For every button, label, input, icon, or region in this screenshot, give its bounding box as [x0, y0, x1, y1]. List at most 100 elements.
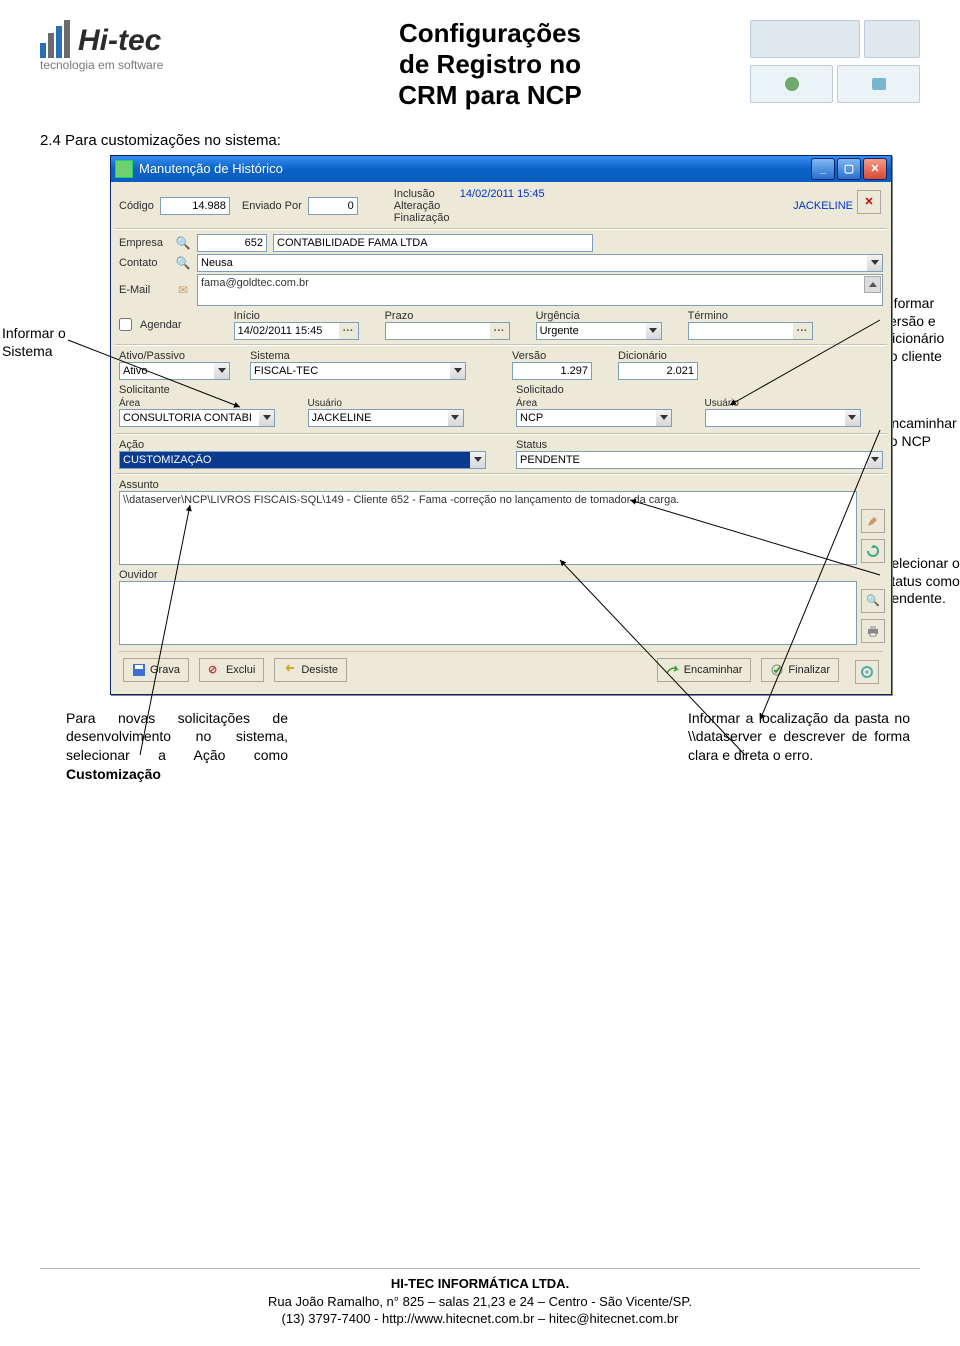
- encaminhar-button[interactable]: Encaminhar: [657, 658, 752, 682]
- versao-field[interactable]: [512, 362, 592, 380]
- label-empresa: Empresa: [119, 237, 169, 249]
- dicionario-field[interactable]: [618, 362, 698, 380]
- button-label: Exclui: [226, 664, 255, 676]
- label-ativo-passivo: Ativo/Passivo: [119, 350, 230, 362]
- status-field[interactable]: [516, 451, 867, 469]
- certification-badges: [750, 18, 920, 105]
- date-picker-icon[interactable]: ···: [490, 322, 510, 340]
- label-area: Área: [119, 398, 298, 409]
- contato-field[interactable]: [197, 254, 867, 272]
- logo-bars-icon: [40, 18, 70, 58]
- search-icon[interactable]: 🔍: [175, 255, 191, 271]
- inicio-field[interactable]: [234, 322, 339, 340]
- solicitado-area-field[interactable]: [516, 409, 656, 427]
- label-area: Área: [516, 398, 695, 409]
- label-usuario: Usuário: [308, 398, 487, 409]
- label-agendar: Agendar: [140, 319, 182, 331]
- ouvidor-textarea[interactable]: [119, 581, 857, 645]
- window-icon: [115, 160, 133, 178]
- finalizar-button[interactable]: Finalizar: [761, 658, 839, 682]
- label-versao: Versão: [512, 350, 592, 362]
- finalize-icon: [770, 663, 784, 677]
- date-picker-icon[interactable]: ···: [339, 322, 359, 340]
- enviado-por-field[interactable]: [308, 197, 358, 215]
- label-assunto: Assunto: [119, 479, 883, 491]
- refresh-assunto-button[interactable]: [861, 539, 885, 563]
- exclui-button[interactable]: ⊘ Exclui: [199, 658, 264, 682]
- prazo-field[interactable]: [385, 322, 490, 340]
- dropdown-icon[interactable]: [259, 409, 275, 427]
- button-label: Encaminhar: [684, 664, 743, 676]
- dropdown-icon[interactable]: [867, 254, 883, 272]
- edit-assunto-button[interactable]: [861, 509, 885, 533]
- inclusao-value: 14/02/2011 15:45: [460, 188, 545, 200]
- desiste-button[interactable]: Desiste: [274, 658, 347, 682]
- close-button[interactable]: ✕: [863, 158, 887, 180]
- sistema-field[interactable]: [250, 362, 450, 380]
- termino-field[interactable]: [688, 322, 793, 340]
- label-termino: Término: [688, 310, 813, 322]
- dropdown-icon[interactable]: [448, 409, 464, 427]
- assunto-value: \\dataserver\NCP\LIVROS FISCAIS-SQL\149 …: [123, 494, 679, 506]
- footer-contact: (13) 3797-7400 - http://www.hitecnet.com…: [0, 1310, 960, 1328]
- label-ouvidor: Ouvidor: [119, 569, 883, 581]
- ativo-passivo-field[interactable]: [119, 362, 214, 380]
- grava-button[interactable]: Grava: [123, 658, 189, 682]
- label-solicitante: Solicitante: [119, 384, 486, 396]
- assunto-textarea[interactable]: \\dataserver\NCP\LIVROS FISCAIS-SQL\149 …: [119, 491, 857, 565]
- label-enviado-por: Enviado Por: [242, 200, 302, 212]
- solicitante-usuario-field[interactable]: [308, 409, 448, 427]
- dropdown-icon[interactable]: [214, 362, 230, 380]
- minimize-button[interactable]: _: [811, 158, 835, 180]
- search-icon[interactable]: 🔍: [175, 235, 191, 251]
- dropdown-icon[interactable]: [450, 362, 466, 380]
- label-email: E-Mail: [119, 284, 169, 296]
- urgencia-field[interactable]: [536, 322, 646, 340]
- label-contato: Contato: [119, 257, 169, 269]
- settings-button[interactable]: [855, 660, 879, 684]
- dropdown-icon[interactable]: [867, 451, 883, 469]
- scroll-up-icon[interactable]: [864, 276, 881, 293]
- dropdown-icon[interactable]: [646, 322, 662, 340]
- note-acao-customizacao: Para novas solicitações de desenvolvimen…: [66, 709, 288, 785]
- empresa-id-field[interactable]: [197, 234, 267, 252]
- email-textarea[interactable]: fama@goldtec.com.br: [197, 274, 883, 306]
- delete-icon: ⊘: [208, 663, 222, 677]
- search-ouvidor-button[interactable]: 🔍: [861, 589, 885, 613]
- empresa-nome-field[interactable]: [273, 234, 593, 252]
- button-label: Grava: [150, 664, 180, 676]
- label-usuario: Usuário: [705, 398, 884, 409]
- note-assunto-path: Informar a localização da pasta no \\dat…: [688, 709, 910, 785]
- label-prazo: Prazo: [385, 310, 510, 322]
- date-picker-icon[interactable]: ···: [793, 322, 813, 340]
- label-acao: Ação: [119, 439, 486, 451]
- label-alteracao: Alteração: [394, 200, 454, 212]
- acao-field[interactable]: [119, 451, 470, 469]
- solicitante-area-field[interactable]: [119, 409, 259, 427]
- dropdown-icon[interactable]: [845, 409, 861, 427]
- dropdown-icon[interactable]: [470, 451, 486, 469]
- delete-record-button[interactable]: ✕: [857, 190, 881, 214]
- label-sistema: Sistema: [250, 350, 466, 362]
- codigo-field[interactable]: [160, 197, 230, 215]
- save-icon: [132, 663, 146, 677]
- maximize-button[interactable]: ▢: [837, 158, 861, 180]
- solicitado-usuario-field[interactable]: [705, 409, 845, 427]
- label-urgencia: Urgência: [536, 310, 662, 322]
- agendar-checkbox[interactable]: [119, 318, 132, 331]
- label-dicionario: Dicionário: [618, 350, 698, 362]
- email-icon[interactable]: ✉: [175, 282, 191, 298]
- label-finalizacao: Finalização: [394, 212, 454, 224]
- title-line: Configurações: [230, 18, 750, 49]
- user-top: JACKELINE: [793, 200, 853, 212]
- button-label: Finalizar: [788, 664, 830, 676]
- label-inicio: Início: [234, 310, 359, 322]
- label-inclusao: Inclusão: [394, 188, 454, 200]
- history-window: Manutenção de Histórico _ ▢ ✕ ✕ Código E…: [110, 155, 892, 695]
- company-logo: Hi-tec tecnologia em software: [40, 18, 230, 72]
- title-line: de Registro no: [230, 49, 750, 80]
- page-footer: HI-TEC INFORMÁTICA LTDA. Rua João Ramalh…: [0, 1268, 960, 1328]
- dropdown-icon[interactable]: [656, 409, 672, 427]
- print-button[interactable]: [861, 619, 885, 643]
- label-status: Status: [516, 439, 883, 451]
